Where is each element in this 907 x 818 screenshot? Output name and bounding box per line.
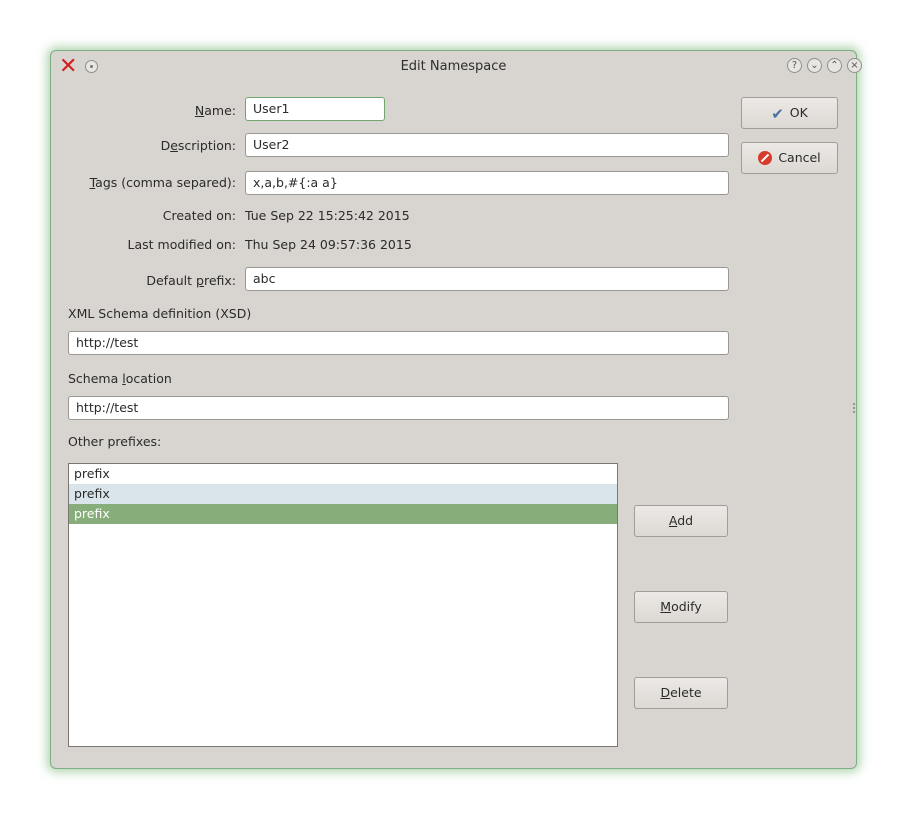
description-label: Description: [160, 138, 236, 153]
edit-namespace-dialog: ✕ Edit Namespace ? ⌄ ⌃ × Name: User1 Des… [50, 50, 862, 769]
maximize-icon[interactable]: ⌃ [827, 58, 842, 73]
created-value: Tue Sep 22 15:25:42 2015 [245, 208, 410, 223]
tags-field[interactable]: x,a,b,#{:a a} [245, 171, 729, 195]
name-field[interactable]: User1 [245, 97, 385, 121]
minimize-icon[interactable]: ⌄ [807, 58, 822, 73]
delete-button[interactable]: Delete [634, 677, 728, 709]
list-item-selected[interactable]: prefix [69, 504, 617, 524]
prefix-list[interactable]: prefix prefix prefix [68, 463, 618, 747]
ok-button[interactable]: ✔ OK [741, 97, 838, 129]
created-label: Created on: [162, 208, 236, 223]
default-prefix-field[interactable]: abc [245, 267, 729, 291]
cancel-button[interactable]: Cancel [741, 142, 838, 174]
no-entry-icon [758, 150, 773, 165]
description-field[interactable]: User2 [245, 133, 729, 157]
help-icon[interactable]: ? [787, 58, 802, 73]
default-prefix-label: Default prefix: [146, 273, 236, 288]
other-prefixes-label: Other prefixes: [68, 434, 162, 449]
name-label: Name: [194, 103, 236, 118]
schema-location-field[interactable]: http://test [68, 396, 729, 420]
close-icon[interactable]: × [847, 58, 862, 73]
window-title: Edit Namespace [400, 59, 507, 74]
schema-location-label: Schema location [68, 371, 172, 386]
xsd-field[interactable]: http://test [68, 331, 729, 355]
modified-value: Thu Sep 24 09:57:36 2015 [245, 237, 412, 252]
tags-label: Tags (comma separed): [89, 175, 236, 190]
modify-button[interactable]: Modify [634, 591, 728, 623]
modified-label: Last modified on: [127, 237, 237, 252]
add-button[interactable]: Add [634, 505, 728, 537]
list-item[interactable]: prefix [69, 464, 617, 484]
resize-grip[interactable] [853, 403, 855, 413]
title-bar: ✕ Edit Namespace ? ⌄ ⌃ × [51, 51, 862, 83]
checkmark-icon: ✔ [771, 104, 784, 123]
list-item[interactable]: prefix [69, 484, 617, 504]
xsd-label: XML Schema definition (XSD) [68, 306, 252, 321]
